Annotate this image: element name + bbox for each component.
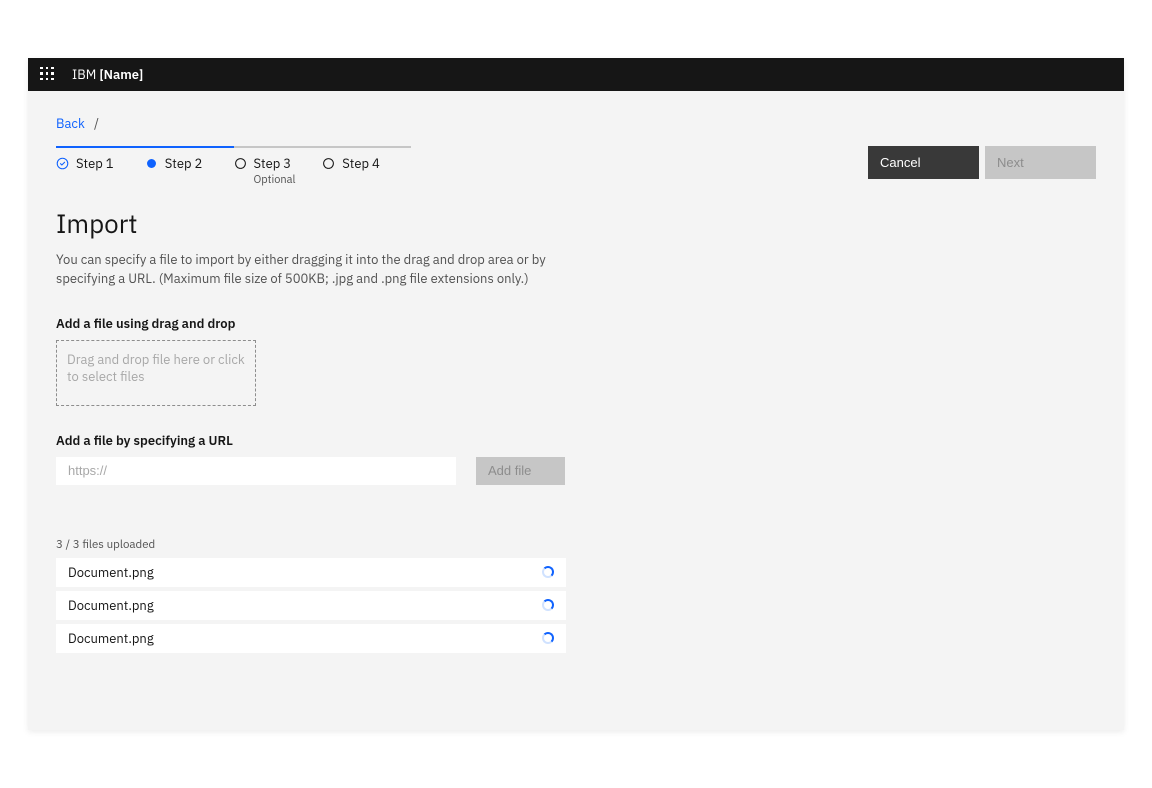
file-name: Document.png: [68, 564, 154, 581]
page-title: Import: [56, 207, 816, 241]
file-name: Document.png: [68, 597, 154, 614]
step-upcoming-icon: [234, 157, 247, 170]
url-input[interactable]: [56, 457, 456, 485]
file-row: Document.png: [56, 591, 566, 620]
top-bar: IBM [Name]: [28, 58, 1124, 91]
file-row: Document.png: [56, 558, 566, 587]
main-column: Back / Step 1: [56, 91, 816, 730]
loading-spinner-icon: [542, 566, 554, 578]
step-upcoming-icon: [322, 157, 335, 170]
step-1[interactable]: Step 1: [56, 146, 145, 187]
step-current-icon: [145, 157, 158, 170]
back-link[interactable]: Back: [56, 115, 85, 132]
breadcrumb: Back /: [56, 115, 816, 132]
file-row: Document.png: [56, 624, 566, 653]
cancel-button[interactable]: Cancel: [868, 146, 979, 179]
drag-section-label: Add a file using drag and drop: [56, 315, 816, 332]
progress-steps: Step 1 Step 2: [56, 146, 411, 187]
brand-label: IBM [Name]: [72, 66, 143, 83]
action-buttons: Cancel Next: [868, 146, 1096, 179]
breadcrumb-sep: /: [94, 115, 99, 132]
content-area: Cancel Next Back / Step 1: [28, 91, 1124, 730]
brand-name: [Name]: [99, 66, 143, 83]
brand-prefix: IBM: [72, 66, 99, 83]
step-label: Step 1: [76, 156, 114, 173]
file-dropzone[interactable]: Drag and drop file here or click to sele…: [56, 340, 256, 406]
app-switcher-icon[interactable]: [40, 67, 56, 83]
step-label: Step 4: [342, 156, 380, 173]
next-button: Next: [985, 146, 1096, 179]
file-name: Document.png: [68, 630, 154, 647]
step-3[interactable]: Step 3 Optional: [234, 146, 323, 187]
loading-spinner-icon: [542, 632, 554, 644]
upload-status: 3 / 3 files uploaded: [56, 537, 816, 552]
url-row: Add file: [56, 457, 816, 485]
loading-spinner-icon: [542, 599, 554, 611]
step-4[interactable]: Step 4: [322, 146, 411, 187]
page-description: You can specify a file to import by eith…: [56, 251, 576, 289]
step-label: Step 2: [165, 156, 203, 173]
step-complete-icon: [56, 157, 69, 170]
url-section-label: Add a file by specifying a URL: [56, 432, 816, 449]
add-file-button: Add file: [476, 457, 565, 485]
step-sublabel: Optional: [254, 173, 296, 187]
file-list: Document.png Document.png Document.png: [56, 558, 566, 653]
canvas: IBM [Name] Cancel Next Back /: [0, 0, 1152, 788]
step-label: Step 3: [254, 156, 296, 173]
step-2[interactable]: Step 2: [145, 146, 234, 187]
app-window: IBM [Name] Cancel Next Back /: [28, 58, 1124, 730]
